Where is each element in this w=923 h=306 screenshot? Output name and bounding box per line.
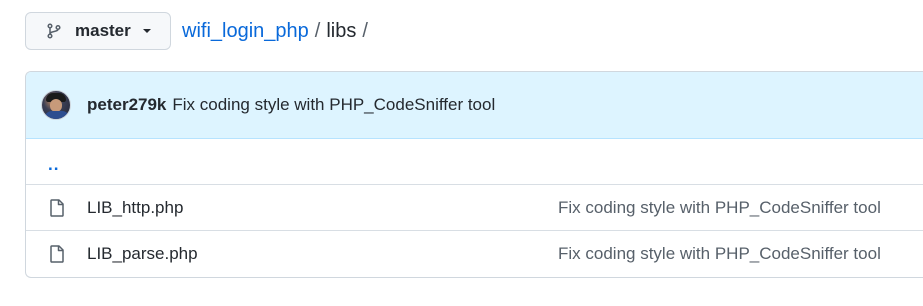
commit-author-link[interactable]: peter279k	[87, 95, 166, 115]
file-icon	[50, 199, 64, 217]
file-row[interactable]: LIB_http.php Fix coding style with PHP_C…	[26, 185, 923, 231]
breadcrumb-trailing-separator: /	[362, 19, 368, 42]
breadcrumb-current: libs	[326, 19, 357, 42]
file-row[interactable]: LIB_parse.php Fix coding style with PHP_…	[26, 231, 923, 277]
branch-name: master	[75, 21, 131, 40]
avatar[interactable]	[41, 90, 71, 120]
breadcrumb-separator: /	[314, 19, 321, 42]
file-commit-message-link[interactable]: Fix coding style with PHP_CodeSniffer to…	[558, 198, 881, 218]
commit-message-link[interactable]: Fix coding style with PHP_CodeSniffer to…	[172, 95, 495, 115]
file-name-link[interactable]: LIB_http.php	[87, 198, 183, 218]
file-commit-message-link[interactable]: Fix coding style with PHP_CodeSniffer to…	[558, 244, 881, 264]
latest-commit-row: peter279k Fix coding style with PHP_Code…	[26, 72, 923, 139]
parent-directory-row[interactable]: ..	[26, 139, 923, 185]
breadcrumb-repo-link[interactable]: wifi_login_php	[182, 20, 309, 43]
git-branch-icon	[47, 23, 61, 39]
file-browser-table: peter279k Fix coding style with PHP_Code…	[25, 71, 923, 278]
branch-selector-button[interactable]: master	[25, 12, 171, 50]
top-bar: master wifi_login_php / libs /	[25, 12, 374, 50]
file-name-link[interactable]: LIB_parse.php	[87, 244, 198, 264]
parent-directory-link[interactable]: ..	[48, 155, 59, 175]
file-icon	[50, 245, 64, 263]
triangle-down-icon	[142, 29, 151, 33]
breadcrumb: wifi_login_php / libs /	[182, 20, 374, 43]
